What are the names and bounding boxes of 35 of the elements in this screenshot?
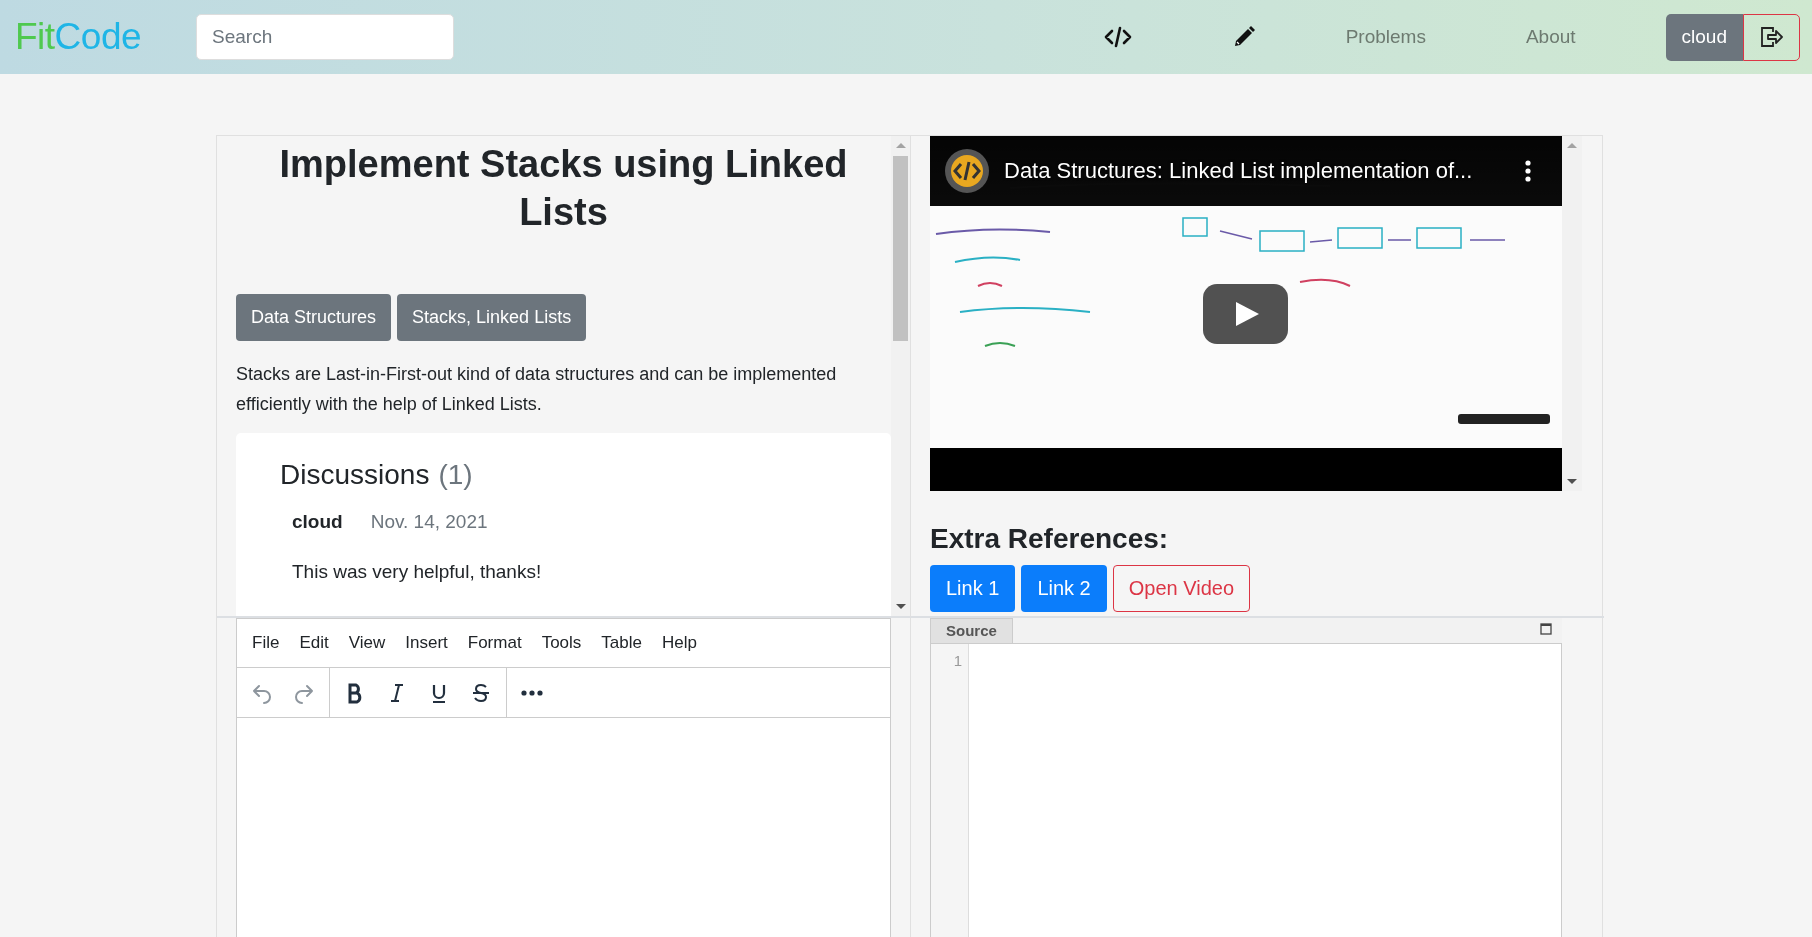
logout-icon [1758, 25, 1785, 49]
problem-description: Stacks are Last-in-First-out kind of data structures and can be implemented efficiently with the help of Linked Lists. [236, 363, 838, 416]
search-field[interactable]: Search [196, 14, 455, 60]
menu-item[interactable]: View [348, 633, 386, 653]
reference-link-button[interactable]: Link 1 [930, 565, 1016, 612]
line-number: 1 [953, 652, 962, 669]
code-icon[interactable] [1103, 26, 1132, 48]
video-player[interactable]: Data Structures: Linked List implementation of... [930, 136, 1562, 491]
menu-item[interactable]: Help [661, 633, 697, 653]
menu-item[interactable]: File [252, 633, 280, 653]
source-tab[interactable]: Source [930, 618, 1013, 644]
comment-text: This was very helpful, thanks! [292, 561, 543, 583]
discussions-count: (1) [438, 459, 473, 491]
reference-link-button[interactable]: Link 2 [1021, 565, 1107, 612]
problem-title: Implement Stacks using Linked Lists [278, 142, 849, 235]
scrollbar[interactable] [1562, 136, 1582, 491]
reference-link-button[interactable]: Open Video [1112, 565, 1251, 612]
menu-item[interactable]: Format [467, 633, 522, 653]
logout-button[interactable] [1743, 13, 1800, 61]
more-options-icon[interactable] [1524, 160, 1532, 182]
user-button[interactable]: cloud [1665, 13, 1743, 61]
comment-date: Nov. 14, 2021 [370, 511, 488, 533]
tag-badge: Data Structures [236, 294, 392, 341]
menu-item[interactable]: Insert [405, 633, 448, 653]
tag-badge: Stacks, Linked Lists [397, 294, 587, 341]
scrollbar[interactable] [891, 136, 910, 616]
menu-item[interactable]: Edit [299, 633, 329, 653]
maximize-icon[interactable] [1540, 623, 1552, 635]
play-button-icon[interactable] [1203, 284, 1288, 344]
discussions-heading: Discussions [280, 459, 430, 491]
references-heading: Extra References: [930, 523, 1170, 555]
menu-item[interactable]: Tools [541, 633, 582, 653]
channel-avatar-icon[interactable] [944, 148, 990, 194]
comment-author: cloud [292, 511, 343, 533]
menu-item[interactable]: Table [601, 633, 642, 653]
